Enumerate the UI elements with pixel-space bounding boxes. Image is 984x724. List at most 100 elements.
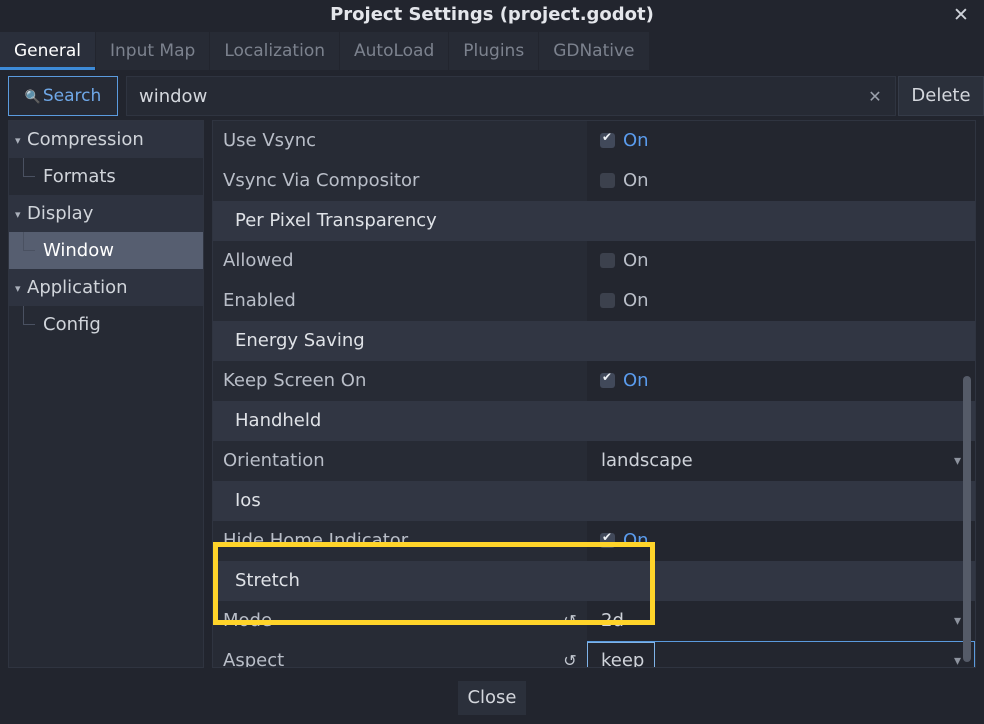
checkbox-unchecked-icon[interactable] — [600, 253, 615, 268]
section-label: Stretch — [235, 561, 300, 601]
property-section-energy-saving: Energy Saving — [213, 321, 975, 361]
property-label: Aspect — [223, 641, 284, 668]
section-label: Ios — [235, 481, 261, 521]
magnifier-icon: 🔍 — [25, 90, 41, 105]
tab-gdnative[interactable]: GDNative — [539, 32, 648, 70]
property-row-vsync-via-compositor[interactable]: Vsync Via Compositor On — [213, 161, 975, 201]
checkbox-label: On — [623, 241, 649, 281]
sidebar-item-compression[interactable]: ▾Compression — [9, 121, 203, 158]
project-settings-dialog: Project Settings (project.godot) ✕ Gener… — [0, 0, 984, 724]
search-button-label: Search — [43, 86, 101, 106]
orientation-dropdown[interactable]: landscape ▾ — [587, 441, 975, 481]
sidebar-item-display-label: Display — [27, 203, 93, 224]
checkbox-unchecked-icon[interactable] — [600, 293, 615, 308]
sidebar-item-window-label: Window — [37, 232, 122, 269]
checkbox-unchecked-icon[interactable] — [600, 173, 615, 188]
sidebar-item-window[interactable]: Window — [9, 232, 203, 269]
property-label: Use Vsync — [223, 121, 316, 161]
property-value[interactable]: On — [587, 161, 975, 201]
property-row-orientation[interactable]: Orientation landscape ▾ — [213, 441, 975, 481]
property-value[interactable]: On — [587, 121, 975, 161]
close-button[interactable]: Close — [458, 681, 526, 715]
tree-guide — [23, 176, 35, 177]
sidebar-item-config-label: Config — [37, 306, 109, 343]
chevron-down-icon: ▾ — [15, 270, 27, 307]
revert-arrow-icon[interactable]: ↺ — [561, 612, 579, 630]
property-section-handheld: Handheld — [213, 401, 975, 441]
sidebar-item-application[interactable]: ▾Application — [9, 269, 203, 306]
checkbox-checked-icon[interactable] — [600, 533, 615, 548]
property-row-use-vsync[interactable]: Use Vsync On — [213, 121, 975, 161]
checkbox-label: On — [623, 521, 649, 561]
clear-search-icon[interactable]: ✕ — [865, 77, 885, 117]
dropdown-value: 2d — [601, 601, 624, 641]
sidebar-item-display[interactable]: ▾Display — [9, 195, 203, 232]
checkbox-label: On — [623, 121, 649, 161]
tab-input-map[interactable]: Input Map — [96, 32, 209, 70]
search-input-value: window — [139, 77, 207, 117]
property-row-enabled[interactable]: Enabled On — [213, 281, 975, 321]
sidebar-item-formats-label: Formats — [37, 158, 124, 195]
properties-scrollbar[interactable] — [963, 376, 971, 662]
property-section-per-pixel-transparency: Per Pixel Transparency — [213, 201, 975, 241]
property-section-ios: Ios — [213, 481, 975, 521]
stretch-mode-dropdown[interactable]: 2d ▾ — [587, 601, 975, 641]
checkbox-checked-icon[interactable] — [600, 133, 615, 148]
tab-localization[interactable]: Localization — [210, 32, 339, 70]
property-label: Hide Home Indicator — [223, 521, 408, 561]
section-label: Energy Saving — [235, 321, 365, 361]
dropdown-value: landscape — [601, 441, 693, 481]
search-input[interactable]: window ✕ — [126, 76, 896, 116]
property-row-stretch-mode[interactable]: Mode ↺ 2d ▾ — [213, 601, 975, 641]
property-label: Orientation — [223, 441, 325, 481]
property-label: Keep Screen On — [223, 361, 366, 401]
tree-guide — [23, 250, 35, 251]
tab-general[interactable]: General — [0, 32, 95, 70]
tree-guide — [23, 306, 24, 325]
close-window-icon[interactable]: ✕ — [944, 0, 978, 30]
property-label: Vsync Via Compositor — [223, 161, 419, 201]
search-row: 🔍Search window ✕ Delete — [8, 76, 976, 116]
section-label: Per Pixel Transparency — [235, 201, 437, 241]
checkbox-checked-icon[interactable] — [600, 373, 615, 388]
dropdown-value: keep — [601, 641, 644, 668]
tab-plugins[interactable]: Plugins — [449, 32, 538, 70]
tab-input-map-label: Input Map — [110, 41, 195, 61]
property-section-stretch: Stretch — [213, 561, 975, 601]
chevron-down-icon: ▾ — [15, 122, 27, 159]
window-title: Project Settings (project.godot) — [0, 0, 984, 30]
property-value[interactable]: On — [587, 281, 975, 321]
property-row-keep-screen-on[interactable]: Keep Screen On On — [213, 361, 975, 401]
tab-plugins-label: Plugins — [463, 41, 524, 61]
checkbox-label: On — [623, 281, 649, 321]
sidebar-item-config[interactable]: Config — [9, 306, 203, 343]
checkbox-label: On — [623, 161, 649, 201]
sidebar-item-application-label: Application — [27, 277, 128, 298]
property-row-stretch-aspect[interactable]: Aspect ↺ keep ▾ — [213, 641, 975, 668]
search-button[interactable]: 🔍Search — [8, 76, 118, 116]
settings-category-tree: ▾Compression Formats ▾Display Window ▾Ap… — [8, 120, 204, 668]
revert-arrow-icon[interactable]: ↺ — [561, 652, 579, 668]
property-row-hide-home-indicator[interactable]: Hide Home Indicator On — [213, 521, 975, 561]
tree-guide — [23, 158, 24, 177]
tree-guide — [23, 324, 35, 325]
sidebar-item-formats[interactable]: Formats — [9, 158, 203, 195]
chevron-down-icon: ▾ — [954, 441, 961, 481]
chevron-down-icon: ▾ — [15, 196, 27, 233]
title-bar: Project Settings (project.godot) ✕ — [0, 0, 984, 30]
property-label: Mode — [223, 601, 272, 641]
sidebar-item-compression-label: Compression — [27, 129, 144, 150]
section-label: Handheld — [235, 401, 321, 441]
tab-localization-label: Localization — [224, 41, 325, 61]
tab-gdnative-label: GDNative — [553, 41, 634, 61]
stretch-aspect-dropdown[interactable]: keep ▾ — [587, 641, 975, 668]
delete-button[interactable]: Delete — [898, 76, 984, 116]
property-row-allowed[interactable]: Allowed On — [213, 241, 975, 281]
tab-autoload-label: AutoLoad — [354, 41, 434, 61]
property-value[interactable]: On — [587, 361, 975, 401]
property-value[interactable]: On — [587, 521, 975, 561]
property-value[interactable]: On — [587, 241, 975, 281]
tab-autoload[interactable]: AutoLoad — [340, 32, 448, 70]
tab-general-label: General — [14, 41, 81, 61]
checkbox-label: On — [623, 361, 649, 401]
